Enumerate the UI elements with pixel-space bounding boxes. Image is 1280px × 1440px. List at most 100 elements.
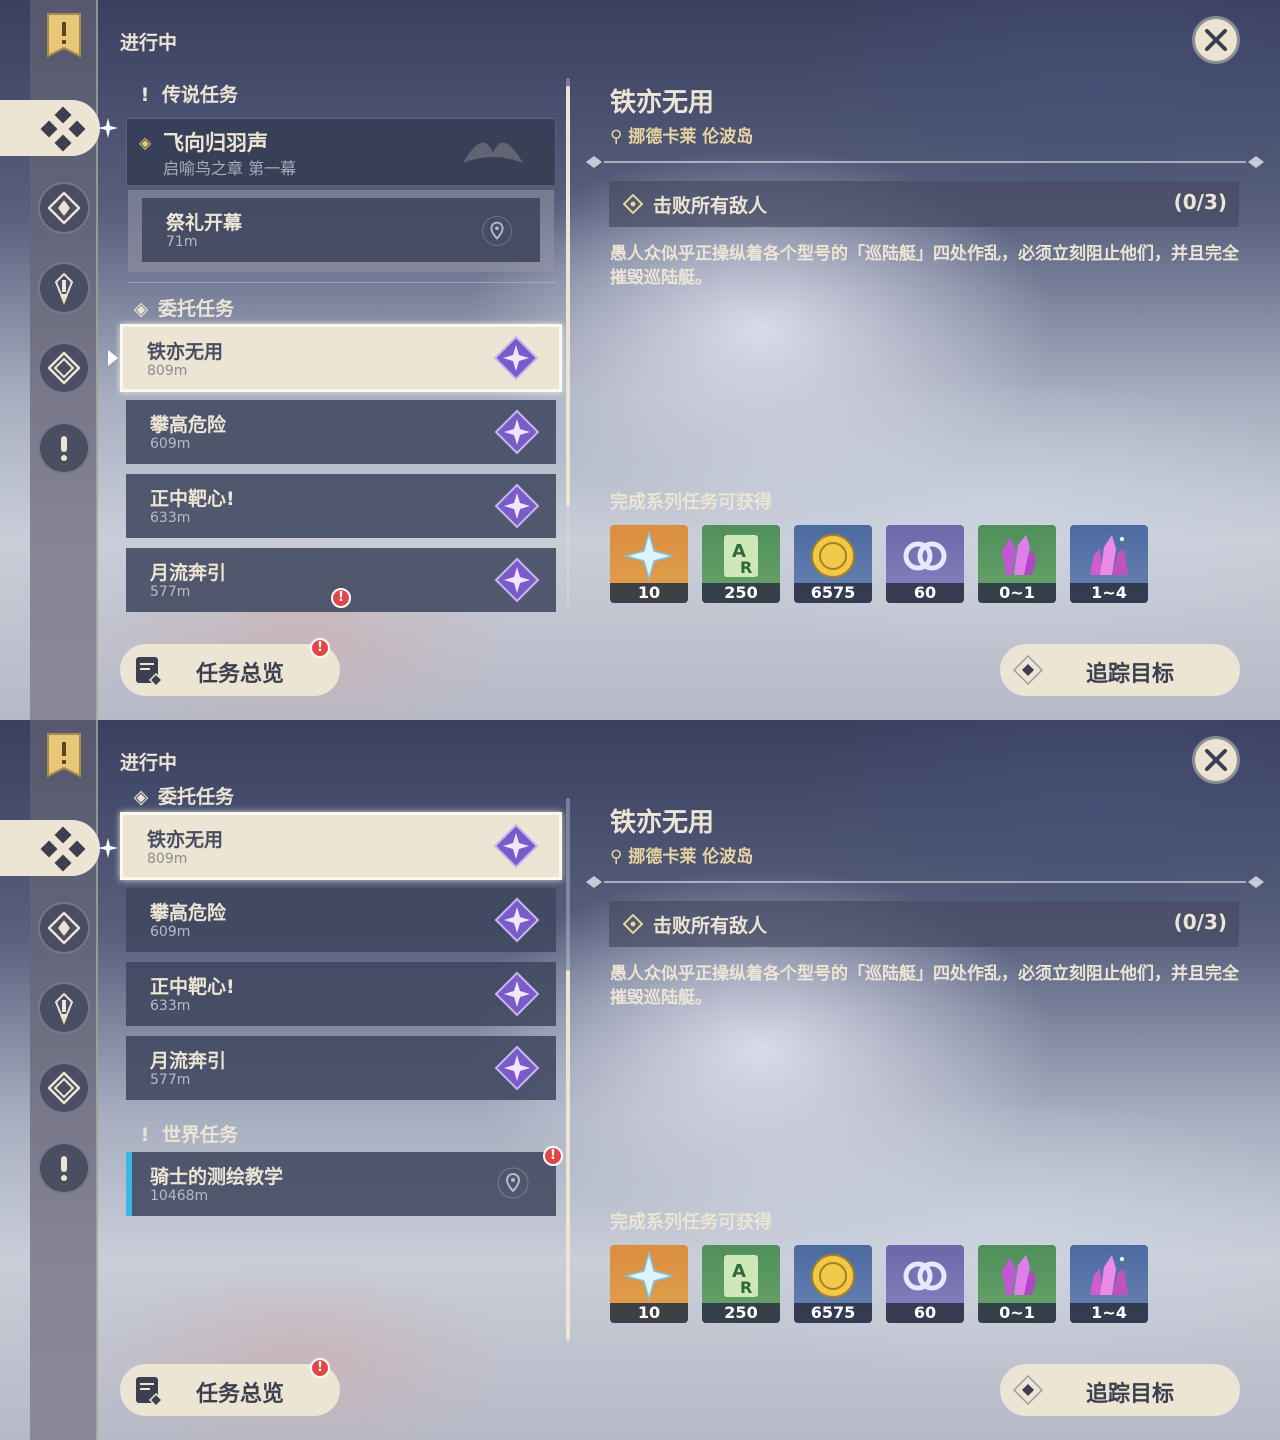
legend-sub-quest[interactable]: 祭礼开幕 71m (128, 190, 554, 272)
commission-name: 攀高危险 (150, 902, 227, 924)
detail-location-label: 挪德卡莱 伦波岛 (628, 127, 754, 147)
category-commission: ◈ 委托任务 (130, 294, 234, 321)
category-legend-label: 传说任务 (162, 84, 239, 106)
quest-book-icon (136, 657, 164, 686)
quest-overview-label: 任务总览 (196, 1382, 285, 1407)
tab-commission-active[interactable] (0, 100, 100, 156)
list-scroll-thumb[interactable] (566, 86, 570, 506)
reward-amount: 0~1 (978, 1303, 1056, 1323)
objective-diamond-icon (623, 914, 643, 934)
track-target-button[interactable]: 追踪目标 (1000, 1364, 1240, 1416)
objective-bar: 击败所有敌人 (0/3) (609, 901, 1239, 947)
status-title: 进行中 (120, 32, 178, 54)
reward-amount: 10 (610, 583, 688, 603)
sparkle-icon (98, 838, 118, 858)
tab-commission-quests[interactable] (38, 342, 90, 394)
commission-diamond-icon (48, 352, 80, 384)
category-world-label: 世界任务 (162, 1124, 239, 1146)
commission-item-selected[interactable]: 铁亦无用 809m (120, 812, 562, 880)
detail-location: ⚲ 挪德卡莱 伦波岛 (610, 122, 753, 147)
reward-companionship-exp[interactable]: 60 (886, 525, 964, 603)
reward-crystal-cluster[interactable]: 1~4 (1070, 1245, 1148, 1323)
quest-overview-button[interactable]: 任务总览 (120, 644, 340, 696)
world-quest-icon (61, 436, 67, 461)
commission-item[interactable]: 正中靶心! 633m (126, 962, 556, 1026)
commission-icon (40, 106, 86, 152)
commission-name: 铁亦无用 (147, 829, 224, 851)
reward-crystal[interactable]: 0~1 (978, 525, 1056, 603)
ore-crystal-cluster-icon (1090, 1255, 1128, 1295)
location-pin-icon[interactable] (496, 1166, 530, 1200)
exclamation-icon (54, 992, 74, 1024)
commission-distance: 577m (150, 1072, 191, 1088)
tab-world-quests[interactable] (38, 422, 90, 474)
tab-legend-quests[interactable] (38, 262, 90, 314)
reward-mora[interactable]: 6575 (794, 525, 872, 603)
tab-archon-quests[interactable] (38, 182, 90, 234)
detail-title: 铁亦无用 (610, 808, 715, 838)
tab-archon-quests[interactable] (38, 902, 90, 954)
status-title: 进行中 (120, 752, 178, 774)
objective-text: 击败所有敌人 (653, 915, 768, 937)
close-button[interactable] (1192, 736, 1240, 784)
list-scroll-thumb[interactable] (566, 970, 570, 1340)
reward-mora[interactable]: 6575 (794, 1245, 872, 1323)
world-quest-distance: 10468m (150, 1188, 209, 1204)
reward-adventure-exp[interactable]: AR 250 (702, 1245, 780, 1323)
reward-crystal-cluster[interactable]: 1~4 (1070, 525, 1148, 603)
quest-overview-label: 任务总览 (196, 662, 285, 687)
archon-quest-icon (48, 192, 80, 224)
track-target-button[interactable]: 追踪目标 (1000, 644, 1240, 696)
reward-adventure-exp[interactable]: AR 250 (702, 525, 780, 603)
commission-star-icon (494, 1045, 540, 1091)
reward-primogem[interactable]: 10 (610, 525, 688, 603)
alert-badge-icon: ! (310, 638, 330, 658)
commission-item[interactable]: 攀高危险 609m (126, 888, 556, 952)
location-pin-icon[interactable] (482, 216, 512, 246)
all-quests-banner-icon[interactable] (46, 732, 82, 778)
reward-companionship-exp[interactable]: 60 (886, 1245, 964, 1323)
bird-emblem-icon (463, 142, 523, 163)
quest-overview-button[interactable]: 任务总览 (120, 1364, 340, 1416)
commission-distance: 609m (150, 436, 191, 452)
legend-sub-quest-card: 祭礼开幕 71m (142, 198, 540, 262)
tab-commission-quests[interactable] (38, 1062, 90, 1114)
commission-item[interactable]: 月流奔引 577m (126, 1036, 556, 1100)
alert-badge-icon: ! (310, 1358, 330, 1378)
reward-primogem[interactable]: 10 (610, 1245, 688, 1323)
all-quests-banner-icon[interactable] (46, 12, 82, 58)
close-button[interactable] (1192, 16, 1240, 64)
objective-diamond-icon (623, 194, 643, 214)
rail-edge (96, 0, 98, 720)
svg-text:R: R (740, 1278, 752, 1297)
category-commission: ◈ 委托任务 (130, 782, 234, 809)
world-quest-stripe (126, 1152, 132, 1216)
location-pin-icon: ⚲ (610, 847, 629, 867)
archon-quest-icon (48, 912, 80, 944)
objective-text: 击败所有敌人 (653, 195, 768, 217)
commission-distance: 809m (147, 363, 188, 379)
sub-quest-name: 祭礼开幕 (166, 212, 243, 234)
ore-crystal-cluster-icon (1090, 535, 1128, 575)
commission-item-selected[interactable]: 铁亦无用 809m (120, 324, 562, 392)
reward-amount: 1~4 (1070, 1303, 1148, 1323)
reward-amount: 6575 (794, 583, 872, 603)
category-commission-label: 委托任务 (158, 298, 235, 320)
tab-legend-quests[interactable] (38, 982, 90, 1034)
tab-commission-active[interactable] (0, 820, 100, 876)
commission-item[interactable]: 正中靶心! 633m (126, 474, 556, 538)
mora-icon (811, 1254, 855, 1298)
commission-name: 正中靶心! (150, 488, 235, 510)
reward-crystal[interactable]: 0~1 (978, 1245, 1056, 1323)
world-quest-item[interactable]: 骑士的测绘教学 10468m (126, 1152, 556, 1216)
tab-world-quests[interactable] (38, 1142, 90, 1194)
track-target-label: 追踪目标 (1086, 662, 1175, 687)
legend-quest-item[interactable]: ◈ 飞向归羽声 启喻鸟之章 第一幕 (126, 118, 556, 186)
quest-book-icon (136, 1377, 164, 1406)
companionship-exp-icon (903, 541, 947, 571)
commission-item[interactable]: 攀高危险 609m (126, 400, 556, 464)
world-quest-icon (61, 1156, 67, 1181)
commission-distance: 609m (150, 924, 191, 940)
commission-star-icon (493, 335, 539, 381)
objective-progress: (0/3) (1173, 910, 1227, 934)
